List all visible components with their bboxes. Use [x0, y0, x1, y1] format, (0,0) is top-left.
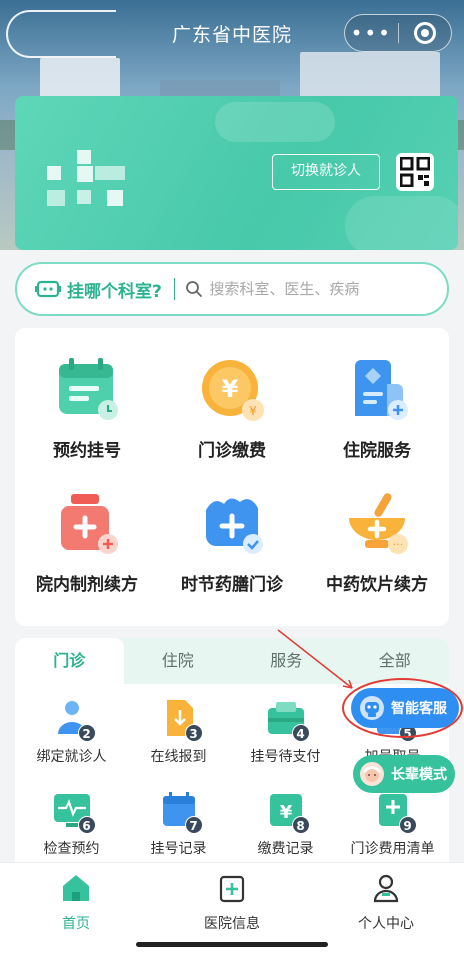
grid-payment-record[interactable]: ¥ 8 缴费记录 [233, 790, 338, 858]
grid-bind-patient[interactable]: 2 绑定就诊人 [19, 698, 124, 766]
grid-exam-booking[interactable]: 6 检查预约 [19, 790, 124, 858]
nav-label: 个人中心 [358, 916, 414, 932]
pending-payment-icon: 4 [264, 698, 310, 742]
payment-record-icon: ¥ 8 [264, 790, 310, 834]
service-appointment[interactable]: 预约挂号 [15, 354, 159, 461]
grid-badge: 4 [291, 724, 310, 742]
nav-personal-center[interactable]: 个人中心 [326, 873, 446, 933]
herbal-diet-icon [196, 488, 268, 560]
tab-services[interactable]: 服务 [232, 638, 341, 684]
service-herbal-refill[interactable]: ··· 中药饮片续方 [305, 488, 449, 595]
qr-code-button[interactable] [396, 153, 434, 191]
grid-badge: 7 [184, 816, 203, 834]
tab-all[interactable]: 全部 [341, 638, 450, 684]
service-label: 住院服务 [343, 441, 411, 461]
tab-bar: 门诊 住院 服务 全部 [15, 638, 449, 684]
grid-label: 绑定就诊人 [36, 749, 107, 765]
nav-label: 首页 [62, 916, 90, 932]
mini-program-capsule: ••• [344, 14, 452, 52]
service-label: 中药饮片续方 [326, 575, 428, 595]
exam-monitor-icon: 6 [50, 790, 96, 834]
tab-outpatient[interactable]: 门诊 [15, 638, 124, 684]
decorative-cloud [345, 196, 458, 250]
robot-assistant-icon [360, 696, 384, 720]
grid-registration-record[interactable]: 7 挂号记录 [126, 790, 231, 858]
service-preparation-refill[interactable]: 院内制剂续方 [15, 488, 159, 595]
grid-online-checkin[interactable]: 3 在线报到 [126, 698, 231, 766]
home-indicator [136, 942, 328, 947]
elder-mode-label: 长辈模式 [391, 767, 447, 783]
yuan-coin-icon: ¥ ¥ [196, 354, 268, 426]
services-grid: 预约挂号 ¥ ¥ 门诊缴费 住院服务 院内制剂续方 时节药膳门诊 ··· 中药饮… [15, 328, 449, 626]
grid-badge: 2 [77, 724, 96, 742]
department-search-bar[interactable]: 挂哪个科室? [15, 262, 449, 316]
elder-mode-button[interactable]: 长辈模式 [353, 755, 455, 793]
search-icon [186, 281, 203, 297]
hospital-building-icon [341, 354, 413, 426]
svg-text:···: ··· [393, 538, 404, 551]
service-seasonal-diet[interactable]: 时节药膳门诊 [160, 488, 304, 595]
close-target-icon[interactable] [398, 22, 451, 44]
grid-outpatient-fee-list[interactable]: 9 门诊费用清单 [340, 790, 445, 858]
user-bind-icon: 2 [50, 698, 96, 742]
search-input[interactable] [209, 280, 410, 298]
service-label: 预约挂号 [53, 441, 121, 461]
grid-label: 缴费记录 [257, 841, 314, 857]
grid-label: 在线报到 [150, 749, 207, 765]
ai-customer-service-button[interactable]: 智能客服 [351, 688, 459, 728]
svg-text:¥: ¥ [279, 802, 292, 823]
svg-text:¥: ¥ [222, 375, 239, 403]
grid-badge: 6 [77, 816, 96, 834]
title-bar: 广东省中医院 ••• [0, 0, 464, 66]
hospital-info-icon [219, 875, 245, 903]
nav-label: 医院信息 [204, 916, 260, 932]
ai-service-label: 智能客服 [391, 701, 447, 717]
service-inpatient[interactable]: 住院服务 [305, 354, 449, 461]
grid-label: 挂号待支付 [250, 749, 321, 765]
more-menu-icon[interactable]: ••• [345, 18, 398, 48]
search-divider [173, 278, 176, 300]
nav-home[interactable]: 首页 [16, 873, 136, 933]
switch-patient-button[interactable]: 切换就诊人 [272, 154, 380, 190]
nav-hospital-info[interactable]: 医院信息 [172, 873, 292, 933]
service-outpatient-payment[interactable]: ¥ ¥ 门诊缴费 [160, 354, 304, 461]
patient-name-mosaic [47, 150, 127, 210]
qr-code-icon [399, 156, 431, 188]
mortar-pestle-icon: ··· [341, 488, 413, 560]
user-profile-icon [373, 874, 399, 903]
grid-label: 挂号记录 [150, 841, 207, 857]
robot-assistant-icon [35, 280, 61, 298]
calendar-record-icon: 7 [157, 790, 203, 834]
svg-text:¥: ¥ [249, 404, 257, 418]
calendar-icon [51, 354, 123, 426]
grid-badge: 9 [398, 816, 417, 834]
elder-avatar-icon [360, 762, 384, 786]
grid-badge: 8 [291, 816, 310, 834]
grid-badge: 3 [184, 724, 203, 742]
home-icon [63, 875, 89, 901]
decorative-cloud [215, 102, 335, 142]
service-label: 门诊缴费 [198, 441, 266, 461]
fee-list-icon: 9 [371, 790, 417, 834]
service-label: 时节药膳门诊 [181, 575, 283, 595]
checkin-doc-icon: 3 [157, 698, 203, 742]
grid-label: 门诊费用清单 [350, 841, 435, 857]
grid-pending-payment[interactable]: 4 挂号待支付 [233, 698, 338, 766]
service-label: 院内制剂续方 [36, 575, 138, 595]
grid-label: 检查预约 [43, 841, 100, 857]
department-guide-label[interactable]: 挂哪个科室? [67, 277, 162, 302]
tab-inpatient[interactable]: 住院 [124, 638, 233, 684]
medicine-bottle-icon [51, 488, 123, 560]
patient-card: 切换就诊人 [15, 96, 458, 250]
